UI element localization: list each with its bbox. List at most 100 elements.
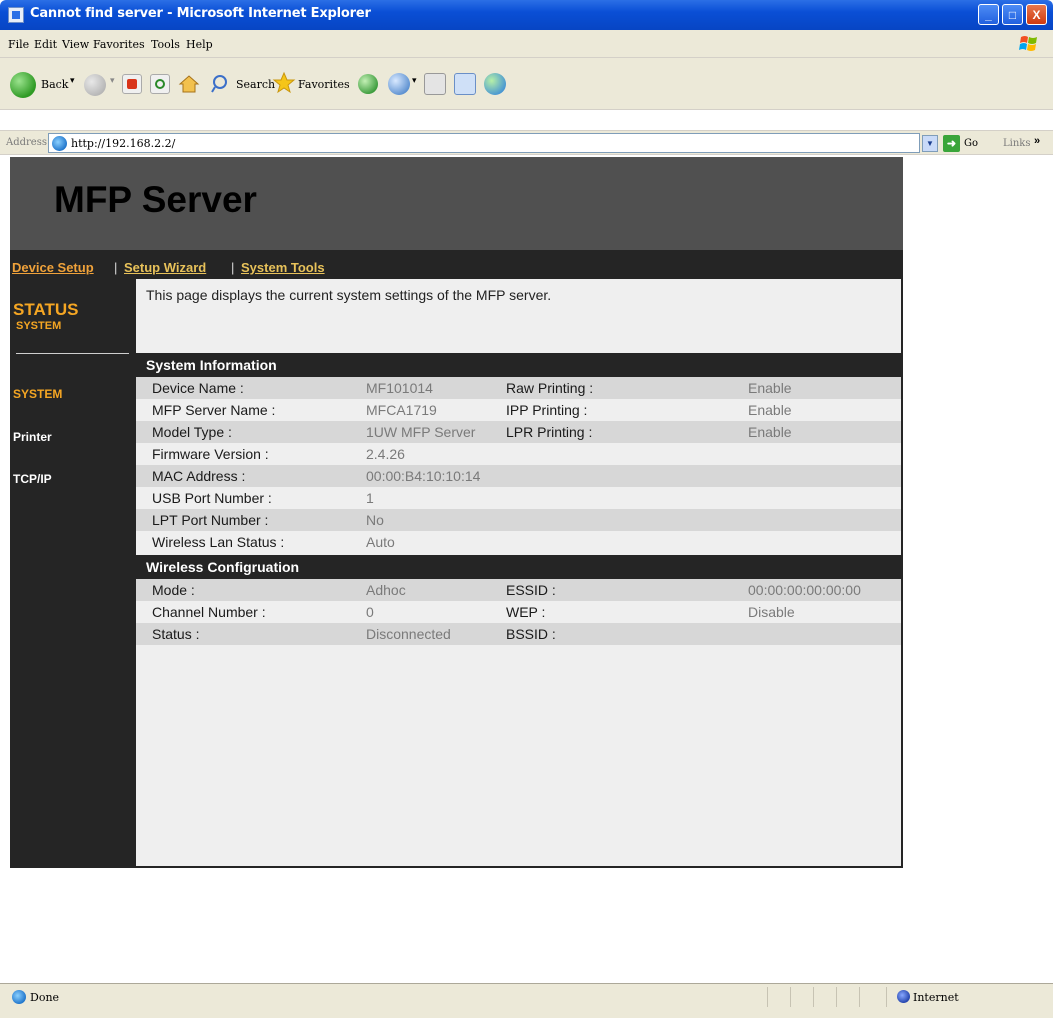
- window-titlebar[interactable]: Cannot find server - Microsoft Internet …: [0, 0, 1053, 30]
- go-button[interactable]: Go: [964, 138, 978, 149]
- mail-icon[interactable]: [388, 73, 410, 95]
- row-value-2: Disable: [748, 604, 795, 620]
- row-label: LPT Port Number :: [152, 512, 269, 528]
- wireless-config-heading: Wireless Configruation: [136, 555, 901, 579]
- row-label-2: WEP :: [506, 604, 546, 620]
- security-zone-label: Internet: [913, 991, 959, 1004]
- refresh-icon[interactable]: [150, 74, 170, 94]
- address-label: Address: [6, 137, 47, 148]
- row-value-2: Enable: [748, 424, 792, 440]
- row-value: 1UW MFP Server: [366, 424, 476, 440]
- intro-text: This page displays the current system se…: [146, 287, 552, 303]
- row-value: Auto: [366, 534, 395, 550]
- row-label: Firmware Version :: [152, 446, 269, 462]
- row-value: 1: [366, 490, 374, 506]
- system-info-heading: System Information: [136, 353, 901, 377]
- search-label[interactable]: Search: [236, 78, 275, 91]
- favorites-icon[interactable]: [272, 71, 296, 95]
- ie-app-icon: [8, 7, 24, 23]
- nav-system-tools[interactable]: System Tools: [241, 260, 325, 275]
- nav-separator: |: [231, 260, 235, 275]
- sidebar-item-printer[interactable]: Printer: [13, 430, 52, 444]
- nav-setup-wizard[interactable]: Setup Wizard: [124, 260, 206, 275]
- history-icon[interactable]: [358, 74, 378, 94]
- menu-edit[interactable]: Edit: [34, 38, 57, 51]
- row-label: Model Type :: [152, 424, 232, 440]
- row-label: Wireless Lan Status :: [152, 534, 285, 550]
- go-arrow-icon[interactable]: ➜: [943, 135, 960, 152]
- table-row: USB Port Number : 1: [136, 487, 901, 509]
- back-dropdown-icon[interactable]: ▾: [70, 76, 75, 86]
- row-value: MF101014: [366, 380, 433, 396]
- maximize-button[interactable]: □: [1002, 4, 1023, 25]
- row-label-2: LPR Printing :: [506, 424, 593, 440]
- row-label: USB Port Number :: [152, 490, 272, 506]
- menu-tools[interactable]: Tools: [151, 38, 180, 51]
- status-divider: [859, 987, 860, 1007]
- menu-bar: File Edit View Favorites Tools Help: [0, 30, 1053, 58]
- row-value: 0: [366, 604, 374, 620]
- page-done-icon: [12, 990, 26, 1004]
- page-title: MFP Server: [54, 179, 257, 220]
- sidebar-item-system[interactable]: SYSTEM: [13, 387, 62, 401]
- links-chevron-icon[interactable]: »: [1034, 135, 1040, 147]
- address-input[interactable]: http://192.168.2.2/: [48, 133, 920, 153]
- main-content: This page displays the current system se…: [136, 279, 903, 868]
- top-nav: Device Setup | Setup Wizard | System Too…: [10, 250, 903, 279]
- window-title: Cannot find server - Microsoft Internet …: [30, 6, 371, 21]
- menu-view[interactable]: View: [62, 38, 89, 51]
- menu-file[interactable]: File: [8, 38, 29, 51]
- back-icon[interactable]: [10, 72, 36, 98]
- edit-icon[interactable]: [454, 73, 476, 95]
- search-icon[interactable]: [210, 73, 232, 95]
- status-divider: [886, 987, 887, 1007]
- table-row: MFP Server Name : MFCA1719 IPP Printing …: [136, 399, 901, 421]
- row-label-2: IPP Printing :: [506, 402, 588, 418]
- status-divider: [836, 987, 837, 1007]
- row-value: 2.4.26: [366, 446, 405, 462]
- row-value-2: Enable: [748, 402, 792, 418]
- row-label: MAC Address :: [152, 468, 246, 484]
- table-row: Wireless Lan Status : Auto: [136, 531, 901, 553]
- row-value-2: Enable: [748, 380, 792, 396]
- minimize-button[interactable]: _: [978, 4, 999, 25]
- nav-device-setup[interactable]: Device Setup: [12, 260, 94, 275]
- status-divider: [767, 987, 768, 1007]
- back-label[interactable]: Back: [41, 78, 68, 91]
- close-button[interactable]: X: [1026, 4, 1047, 25]
- row-label-2: ESSID :: [506, 582, 556, 598]
- messenger-icon[interactable]: [484, 73, 506, 95]
- menu-favorites[interactable]: Favorites: [93, 38, 145, 51]
- page-viewport: MFP Server Device Setup | Setup Wizard |…: [10, 157, 1043, 980]
- home-icon[interactable]: [178, 73, 200, 95]
- forward-dropdown-icon[interactable]: ▾: [110, 76, 115, 86]
- table-row: Channel Number : 0 WEP : Disable: [136, 601, 901, 623]
- table-row: LPT Port Number : No: [136, 509, 901, 531]
- page-header: MFP Server: [10, 157, 903, 250]
- status-bar: Done Internet: [0, 983, 1053, 1018]
- row-label: Device Name :: [152, 380, 244, 396]
- sidebar-status-subheading: SYSTEM: [16, 320, 62, 332]
- mail-dropdown-icon[interactable]: ▾: [412, 76, 417, 86]
- address-dropdown-icon[interactable]: ▼: [922, 135, 938, 152]
- row-label: Channel Number :: [152, 604, 266, 620]
- page-icon: [52, 136, 67, 151]
- print-icon[interactable]: [424, 73, 446, 95]
- row-value-2: 00:00:00:00:00:00: [748, 582, 861, 598]
- sidebar-item-tcpip[interactable]: TCP/IP: [13, 472, 52, 486]
- address-bar: Address http://192.168.2.2/ ▼ ➜ Go Links…: [0, 130, 1053, 155]
- favorites-label[interactable]: Favorites: [298, 78, 350, 91]
- row-value: 00:00:B4:10:10:14: [366, 468, 481, 484]
- row-label: MFP Server Name :: [152, 402, 276, 418]
- menu-help[interactable]: Help: [186, 38, 213, 51]
- table-row: Status : Disconnected BSSID :: [136, 623, 901, 645]
- row-value: No: [366, 512, 384, 528]
- forward-icon[interactable]: [84, 74, 106, 96]
- windows-flag-icon: [1019, 36, 1037, 51]
- sidebar-divider: [16, 353, 129, 354]
- stop-icon[interactable]: [122, 74, 142, 94]
- row-label: Status :: [152, 626, 200, 642]
- nav-separator: |: [114, 260, 118, 275]
- links-button[interactable]: Links: [1003, 138, 1030, 149]
- address-url[interactable]: http://192.168.2.2/: [71, 137, 175, 150]
